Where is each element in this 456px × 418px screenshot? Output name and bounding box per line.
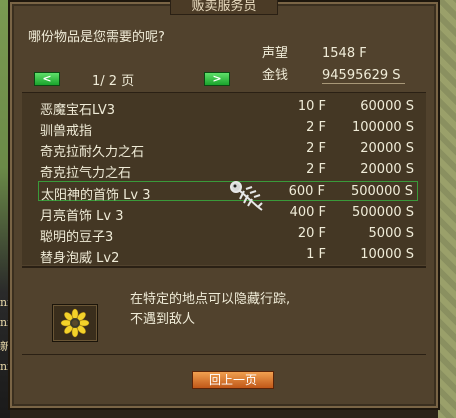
item-row[interactable]: 替身泡威 Lv2 1 F 10000 S [38, 245, 418, 266]
prestige-value: 1548 F [322, 46, 367, 61]
item-count: 2 F [306, 120, 326, 135]
description-line: 在特定的地点可以隐藏行踪, [130, 292, 291, 307]
world-background-right [438, 0, 456, 418]
shop-window: 贩卖服务员 哪份物品是您需要的呢? 声望 1548 F 金钱 94595629 S … [8, 0, 440, 410]
description-line: 不遇到敌人 [130, 312, 196, 327]
item-name: 替身泡威 Lv2 [40, 251, 120, 266]
item-count: 400 F [289, 205, 326, 220]
prev-page-button[interactable]: < [34, 72, 60, 86]
item-count: 600 F [288, 184, 325, 199]
item-name: 奇克拉耐久力之石 [40, 145, 145, 160]
chevron-right-icon: > [212, 72, 222, 85]
money-value: 94595629 S [322, 68, 405, 84]
item-name: 月亮首饰 Lv 3 [40, 209, 124, 224]
next-page-button[interactable]: > [204, 72, 230, 86]
chevron-left-icon: < [42, 72, 52, 85]
item-price: 20000 S [360, 141, 414, 156]
prestige-label: 声望 [262, 46, 289, 61]
item-name: 奇克拉气力之石 [40, 166, 132, 181]
item-price: 500000 S [350, 184, 413, 199]
item-price: 500000 S [351, 205, 414, 220]
item-icon-slot [52, 304, 98, 342]
item-row[interactable]: 奇克拉气力之石 2 F 20000 S [38, 160, 418, 181]
back-button[interactable]: 回上一页 [192, 371, 274, 389]
item-name: 太阳神的首饰 Lv 3 [41, 188, 151, 203]
money-stat: 金钱 94595629 S [262, 64, 405, 84]
prestige-stat: 声望 1548 F [262, 42, 367, 61]
shop-header: 哪份物品是您需要的呢? 声望 1548 F 金钱 94595629 S < 1/ 2… [22, 20, 426, 92]
item-description-panel: 在特定的地点可以隐藏行踪, 不遇到敌人 [22, 270, 426, 350]
item-row[interactable]: 奇克拉耐久力之石 2 F 20000 S [38, 139, 418, 160]
window-titlebar: 贩卖服务员 [10, 0, 438, 15]
item-count: 2 F [306, 162, 326, 177]
fishbone-cursor-icon [230, 181, 263, 211]
item-name: 驯兽戒指 [40, 124, 93, 139]
item-name: 恶魔宝石LV3 [40, 103, 115, 118]
window-title: 贩卖服务员 [170, 0, 278, 15]
item-count: 2 F [306, 141, 326, 156]
sunflower-icon [60, 308, 90, 338]
page-indicator: 1/ 2 页 [92, 74, 135, 89]
item-price: 20000 S [360, 162, 414, 177]
item-price: 10000 S [360, 247, 414, 262]
money-label: 金钱 [262, 68, 289, 83]
divider [22, 266, 426, 268]
item-row[interactable]: 聪明的豆子3 20 F 5000 S [38, 224, 418, 245]
footer-bar: 回上一页 [22, 354, 426, 395]
item-list: 恶魔宝石LV3 10 F 60000 S 驯兽戒指 2 F 100000 S 奇… [22, 92, 426, 266]
item-name: 聪明的豆子3 [40, 230, 114, 245]
item-price: 5000 S [368, 226, 414, 241]
item-count: 1 F [306, 247, 326, 262]
item-price: 60000 S [360, 99, 414, 114]
item-price: 100000 S [351, 120, 414, 135]
prompt-text: 哪份物品是您需要的呢? [28, 30, 165, 45]
item-row[interactable]: 恶魔宝石LV3 10 F 60000 S [38, 97, 418, 118]
item-count: 20 F [297, 226, 326, 241]
item-row[interactable]: 驯兽戒指 2 F 100000 S [38, 118, 418, 139]
item-count: 10 F [297, 99, 326, 114]
